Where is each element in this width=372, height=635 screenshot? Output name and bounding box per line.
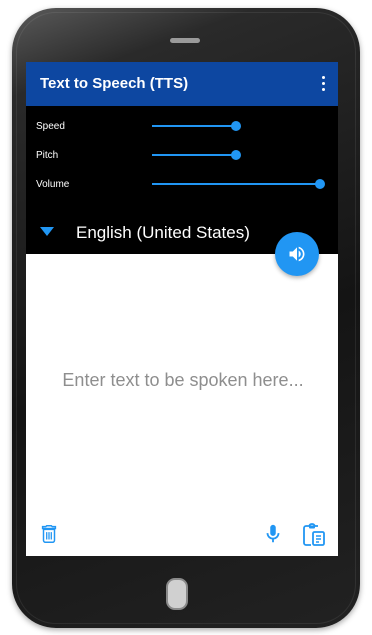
speed-slider[interactable] xyxy=(152,119,320,133)
trash-icon xyxy=(41,525,57,543)
pitch-slider-thumb[interactable] xyxy=(231,150,241,160)
phone-speaker xyxy=(170,38,200,43)
paste-icon xyxy=(303,523,325,546)
volume-slider[interactable] xyxy=(152,177,325,191)
app-bar: Text to Speech (TTS) xyxy=(26,62,338,106)
app-screen: Text to Speech (TTS) Speed Pitch Volume … xyxy=(26,62,338,556)
chevron-down-icon[interactable] xyxy=(40,227,54,236)
speak-button[interactable] xyxy=(275,232,319,276)
volume-up-icon xyxy=(289,246,305,262)
microphone-icon xyxy=(266,524,280,543)
paste-button[interactable] xyxy=(302,522,326,553)
volume-label: Volume xyxy=(36,179,70,190)
speed-label: Speed xyxy=(36,121,65,132)
language-label: English (United States) xyxy=(76,223,250,242)
voice-input-button[interactable] xyxy=(262,522,284,551)
pitch-slider[interactable] xyxy=(152,148,320,162)
app-title: Text to Speech (TTS) xyxy=(40,75,189,92)
home-button[interactable] xyxy=(166,578,188,610)
more-vert-icon[interactable] xyxy=(318,72,328,94)
volume-slider-thumb[interactable] xyxy=(315,179,325,189)
text-input-placeholder: Enter text to be spoken here... xyxy=(62,370,304,390)
clear-button[interactable] xyxy=(38,522,60,551)
pitch-label: Pitch xyxy=(36,150,59,161)
text-input[interactable]: Enter text to be spoken here... xyxy=(38,370,328,391)
speed-slider-thumb[interactable] xyxy=(231,121,241,131)
